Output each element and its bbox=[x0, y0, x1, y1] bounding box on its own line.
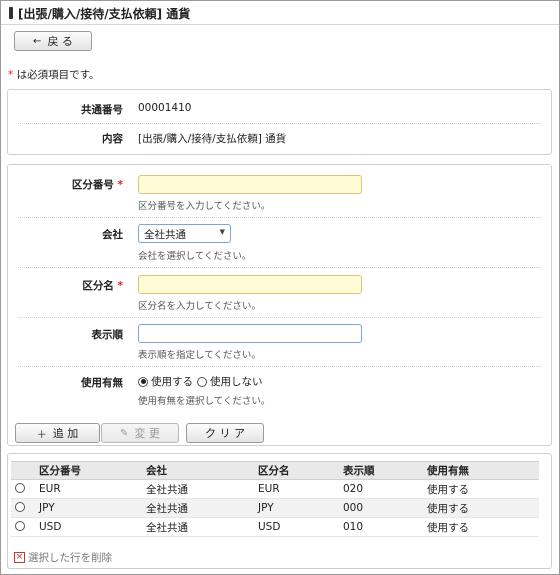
required-note: * は必須項目です。 bbox=[8, 67, 100, 82]
table-cell: USD bbox=[254, 517, 339, 537]
column-header: 表示順 bbox=[339, 461, 423, 480]
pencil-icon: ✎ bbox=[120, 427, 129, 439]
column-header: 区分名 bbox=[254, 461, 339, 480]
delete-label: 選択した行を削除 bbox=[28, 552, 112, 564]
table-cell: 020 bbox=[339, 479, 423, 499]
table-row[interactable]: JPY 全社共通 JPY 000 使用する bbox=[11, 498, 539, 518]
chevron-down-icon: ▼ bbox=[219, 228, 225, 236]
category-no-input[interactable] bbox=[138, 175, 362, 194]
display-order-label: 表示順 bbox=[91, 329, 124, 341]
arrow-left-icon: ← bbox=[33, 35, 42, 47]
table-cell: 010 bbox=[339, 517, 423, 537]
page-title: [出張/購入/接待/支払依頼] 通貨 bbox=[18, 7, 191, 21]
title-bar: [出張/購入/接待/支払依頼] 通貨 bbox=[1, 1, 559, 25]
row-radio[interactable] bbox=[15, 501, 25, 512]
usage-radio-use[interactable] bbox=[138, 376, 148, 387]
back-button-label: 戻 る bbox=[47, 35, 73, 48]
add-button[interactable]: ＋ 追 加 bbox=[15, 423, 100, 443]
usage-hint: 使用有無を選択してください。 bbox=[138, 396, 271, 407]
edit-button[interactable]: ✎ 変 更 bbox=[101, 423, 179, 443]
common-no-label: 共通番号 bbox=[81, 104, 123, 116]
add-button-label: 追 加 bbox=[52, 427, 79, 440]
table-cell: 使用する bbox=[423, 498, 539, 518]
content-label: 内容 bbox=[102, 133, 123, 145]
column-header: 区分番号 bbox=[35, 461, 142, 480]
table-row[interactable]: EUR 全社共通 EUR 020 使用する bbox=[11, 479, 539, 499]
table-header-row: 区分番号 会社 区分名 表示順 使用有無 bbox=[11, 461, 539, 480]
usage-option-nouse-label: 使用しない bbox=[210, 376, 263, 388]
table-cell: 全社共通 bbox=[142, 517, 254, 537]
delete-selected-rows-link[interactable]: × 選択した行を削除 bbox=[14, 550, 112, 565]
usage-label: 使用有無 bbox=[81, 377, 123, 389]
required-star: * bbox=[117, 179, 124, 191]
info-panel: 共通番号 00001410 内容 [出張/購入/接待/支払依頼] 通貨 bbox=[7, 89, 552, 155]
table-cell: USD bbox=[35, 517, 142, 537]
select-column-header bbox=[11, 461, 35, 480]
column-header: 会社 bbox=[142, 461, 254, 480]
usage-radio-group: 使用する 使用しない bbox=[138, 374, 263, 389]
company-label: 会社 bbox=[102, 229, 123, 241]
category-no-hint: 区分番号を入力してください。 bbox=[138, 201, 271, 212]
window-frame: [出張/購入/接待/支払依頼] 通貨 ← 戻 る * は必須項目です。 共通番号… bbox=[0, 0, 560, 575]
company-select-value: 全社共通 bbox=[144, 229, 186, 241]
display-order-hint: 表示順を指定してください。 bbox=[138, 350, 261, 361]
usage-radio-nouse[interactable] bbox=[197, 376, 207, 387]
category-name-label-text: 区分名 bbox=[82, 280, 114, 292]
category-name-input[interactable] bbox=[138, 275, 362, 294]
common-no-value: 00001410 bbox=[138, 102, 192, 114]
table-row[interactable]: USD 全社共通 USD 010 使用する bbox=[11, 517, 539, 537]
table-cell: JPY bbox=[254, 498, 339, 518]
row-radio[interactable] bbox=[15, 482, 25, 493]
display-order-input[interactable] bbox=[138, 324, 362, 343]
title-marker bbox=[9, 7, 13, 19]
clear-button-label: ク リ ア bbox=[205, 427, 245, 440]
company-select[interactable]: 全社共通 ▼ bbox=[138, 224, 231, 243]
category-name-label: 区分名 * bbox=[8, 278, 123, 293]
table-cell: 全社共通 bbox=[142, 498, 254, 518]
required-star: * bbox=[8, 69, 14, 81]
company-hint: 会社を選択してください。 bbox=[138, 251, 252, 262]
content-value: [出張/購入/接待/支払依頼] 通貨 bbox=[138, 133, 287, 145]
table-cell: 使用する bbox=[423, 479, 539, 499]
form-panel: 区分番号 * 区分番号を入力してください。 会社 全社共通 ▼ 会社を選択してく… bbox=[7, 164, 552, 446]
required-note-text: は必須項目です。 bbox=[16, 69, 100, 81]
table-cell: JPY bbox=[35, 498, 142, 518]
column-header: 使用有無 bbox=[423, 461, 539, 480]
table-cell: EUR bbox=[254, 479, 339, 499]
row-radio[interactable] bbox=[15, 520, 25, 531]
table-cell: 全社共通 bbox=[142, 479, 254, 499]
category-no-label: 区分番号 * bbox=[8, 177, 123, 192]
currency-table: 区分番号 会社 区分名 表示順 使用有無 EUR 全社共通 EUR 020 使用… bbox=[11, 461, 539, 537]
edit-button-label: 変 更 bbox=[134, 427, 160, 440]
delete-icon: × bbox=[14, 552, 25, 563]
table-cell: 使用する bbox=[423, 517, 539, 537]
clear-button[interactable]: ク リ ア bbox=[186, 423, 264, 443]
category-no-label-text: 区分番号 bbox=[71, 179, 114, 191]
table-cell: 000 bbox=[339, 498, 423, 518]
table-cell: EUR bbox=[35, 479, 142, 499]
usage-option-use-label: 使用する bbox=[151, 376, 193, 388]
plus-icon: ＋ bbox=[36, 429, 47, 441]
category-name-hint: 区分名を入力してください。 bbox=[138, 301, 261, 312]
back-button[interactable]: ← 戻 る bbox=[14, 31, 92, 51]
required-star: * bbox=[117, 280, 124, 292]
